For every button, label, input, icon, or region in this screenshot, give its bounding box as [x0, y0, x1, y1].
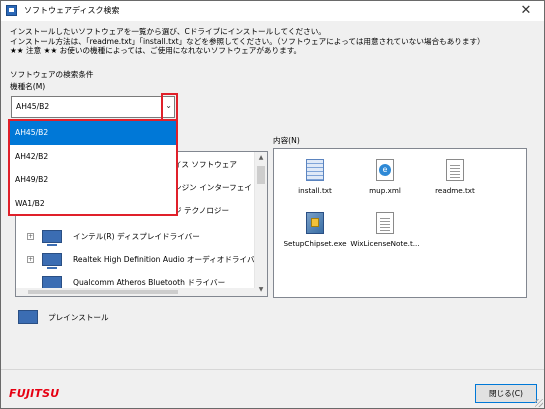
file-name: SetupChipset.exe: [283, 239, 347, 248]
file-item[interactable]: readme.txt: [420, 159, 490, 195]
file-name: WixLicenseNote.t...: [350, 239, 420, 248]
tree-item-label: イス ソフトウェア: [174, 160, 237, 169]
chevron-down-icon[interactable]: ⌄: [165, 101, 172, 110]
divider: [1, 369, 544, 370]
close-button[interactable]: 閉じる(C): [475, 384, 537, 403]
model-option[interactable]: AH45/B2: [10, 121, 176, 145]
model-option[interactable]: WA1/B2: [10, 192, 176, 216]
model-name-label: 機種名(M): [10, 82, 46, 91]
scroll-thumb[interactable]: [257, 166, 265, 184]
scroll-thumb[interactable]: [28, 290, 178, 294]
model-select[interactable]: AH45/B2 ⌄: [11, 93, 178, 121]
file-name: install.txt: [298, 186, 332, 195]
file-item[interactable]: SetupChipset.exe: [280, 212, 350, 248]
fujitsu-logo: FUJITSU: [9, 387, 60, 400]
tree-item-label: Qualcomm Atheros Bluetooth ドライバー: [73, 278, 226, 287]
search-conditions-label: ソフトウェアの検索条件: [10, 70, 94, 79]
resize-grip-icon[interactable]: [535, 399, 543, 407]
window-title: ソフトウェアディスク検索: [24, 6, 120, 15]
scroll-up-icon[interactable]: ▲: [255, 152, 267, 164]
contents-label: 内容(N): [273, 136, 300, 145]
instruction-line: インストールしたいソフトウェアを一覧から選び、Cドライブにインストールしてくださ…: [10, 27, 326, 36]
xml-file-icon: [376, 159, 394, 181]
close-icon[interactable]: ✕: [511, 1, 541, 21]
search-window: ソフトウェアディスク検索 ✕ インストールしたいソフトウェアを一覧から選び、Cド…: [0, 0, 545, 409]
tree-item-label: ンジン インターフェイ: [174, 183, 252, 192]
model-option[interactable]: AH49/B2: [10, 168, 176, 192]
model-select-value: AH45/B2: [16, 102, 50, 111]
text-grid-icon: [306, 159, 324, 181]
file-item[interactable]: mup.xml: [350, 159, 420, 195]
text-file-icon: [446, 159, 464, 181]
tree-item-label: インテル(R) ディスプレイドライバー: [73, 232, 200, 241]
tree-item-label: Realtek High Definition Audio オーディオドライバー: [73, 255, 263, 264]
tree-vertical-scrollbar[interactable]: ▲ ▼: [254, 152, 267, 296]
tree-horizontal-scrollbar[interactable]: [16, 288, 256, 296]
tree-item[interactable]: + Realtek High Definition Audio オーディオドライ…: [16, 249, 262, 271]
preinstall-icon: [18, 310, 38, 324]
expand-icon[interactable]: +: [27, 256, 34, 263]
file-name: mup.xml: [369, 186, 401, 195]
contents-file-list[interactable]: install.txt mup.xml readme.txt SetupChip…: [273, 148, 527, 298]
instructions: インストールしたいソフトウェアを一覧から選び、Cドライブにインストールしてくださ…: [10, 27, 485, 56]
app-icon: [6, 5, 17, 16]
tree-item-label: ジ テクノロジー: [174, 206, 230, 215]
expand-icon[interactable]: +: [27, 233, 34, 240]
driver-monitor-icon: [42, 230, 62, 246]
driver-monitor-icon: [42, 253, 62, 269]
file-name: readme.txt: [435, 186, 475, 195]
file-item[interactable]: WixLicenseNote.t...: [350, 212, 420, 248]
model-dropdown-list: AH45/B2 AH42/B2 AH49/B2 WA1/B2: [8, 119, 178, 216]
instruction-line: インストール方法は、「readme.txt」「install.txt」などを参照…: [10, 36, 485, 46]
text-file-icon: [376, 212, 394, 234]
setup-exe-icon: [306, 212, 324, 234]
scroll-down-icon[interactable]: ▼: [255, 284, 267, 296]
tree-item[interactable]: + インテル(R) ディスプレイドライバー: [16, 226, 256, 248]
preinstall-label: プレインストール: [48, 313, 109, 322]
model-option[interactable]: AH42/B2: [10, 145, 176, 169]
warning-line: ★★ 注意 ★★ お使いの機種によっては、ご使用になれないソフトウェアがあります…: [10, 46, 302, 55]
file-item[interactable]: install.txt: [280, 159, 350, 195]
title-bar: ソフトウェアディスク検索 ✕: [1, 1, 544, 21]
